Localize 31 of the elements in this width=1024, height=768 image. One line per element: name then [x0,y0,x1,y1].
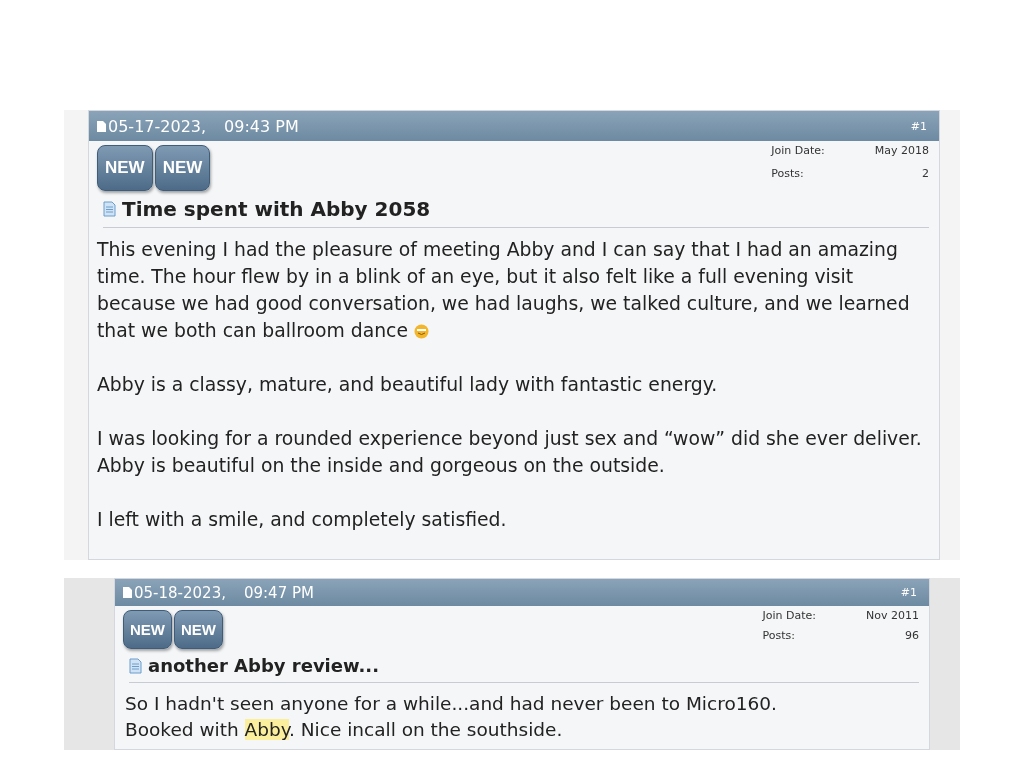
post-paragraph: So I hadn't seen anyone for a while...and had never been to Micro160. [125,692,778,716]
post-date: 05-18-2023, [134,583,226,602]
new-badge: NEW [174,610,223,649]
new-badge: NEW [154,145,211,191]
posts-label: Posts: [762,629,796,644]
post-count: 2 [921,168,929,182]
new-badge: NEW [123,610,172,649]
join-date: May 2018 [874,145,929,159]
smiley-icon [414,324,429,339]
join-date-label: Join Date: [762,610,817,624]
post-icon [97,120,106,132]
post-paragraph: This evening I had the pleasure of meeting Abby and I can say that I had an amazing time. The hour flew by in a blink of an eye, but it also felt like a full evening visit because we had good conversation, we had laughs, we talked culture, and we learned that we both can ballroom dance [97,238,911,343]
document-icon [129,657,142,674]
post-count: 96 [904,629,919,644]
post-title: Time spent with Abby 2058 [122,197,431,221]
post-paragraph: I left with a smile, and completely satisfied. [97,508,508,532]
post-number[interactable]: #1 [910,119,927,133]
post-paragraph: I was looking for a rounded experience beyond just sex and “wow” did she ever deliver. Abby is beautiful on the inside and gorgeous on the outside. [97,427,923,478]
new-badge: NEW [97,145,153,191]
join-date: Nov 2011 [866,610,919,624]
join-date-label: Join Date: [771,145,825,159]
document-icon [103,201,116,217]
post-date: 05-17-2023, [108,116,207,136]
post-paragraph: Abby is a classy, mature, and beautiful lady with fantastic energy. [97,373,719,397]
post-number[interactable]: #1 [900,586,917,599]
post-paragraph: Booked with Abby. Nice incall on the southside. [125,718,564,742]
post-title: another Abby review... [148,655,379,676]
post-time: 09:43 PM [224,116,299,136]
posts-label: Posts: [771,168,805,182]
post-icon [123,587,132,598]
post-time: 09:47 PM [243,583,314,602]
